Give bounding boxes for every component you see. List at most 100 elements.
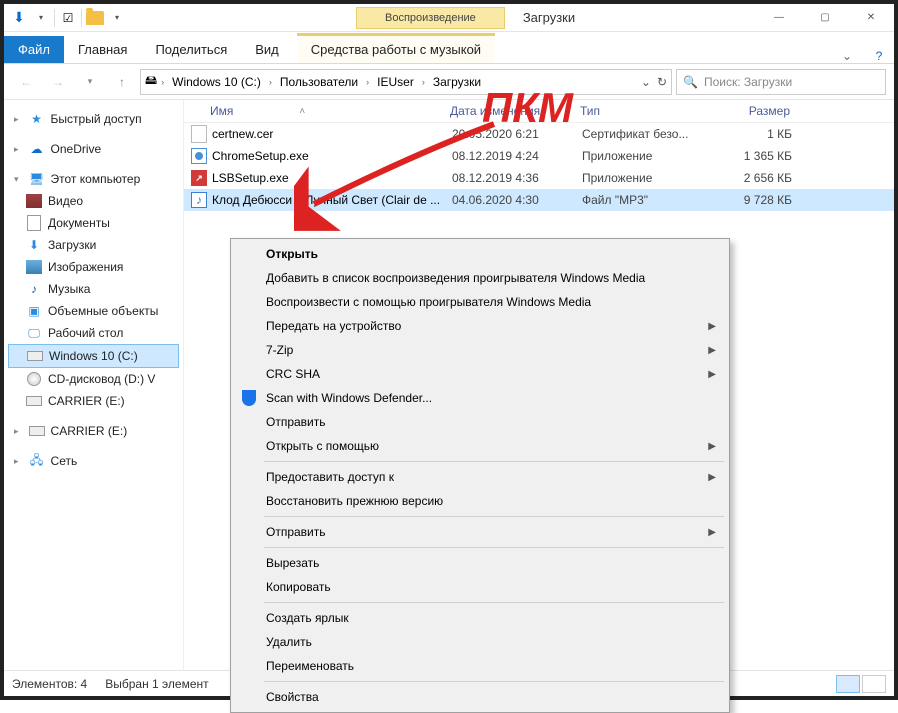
sidebar-item-3d[interactable]: ▣Объемные объекты xyxy=(8,300,179,322)
submenu-arrow-icon: ▶ xyxy=(708,369,716,380)
file-row[interactable]: ChromeSetup.exe 08.12.2019 4:24 Приложен… xyxy=(184,145,894,167)
menu-play-with-wmp[interactable]: Воспроизвести с помощью проигрывателя Wi… xyxy=(234,290,726,314)
view-icons-button[interactable] xyxy=(862,675,886,693)
chevron-right-icon[interactable]: › xyxy=(364,77,371,87)
status-selected-count: Выбран 1 элемент xyxy=(105,677,208,691)
menu-separator xyxy=(264,547,724,548)
window-title: Загрузки xyxy=(523,10,575,25)
menu-crc-sha[interactable]: CRC SHA▶ xyxy=(234,362,726,386)
exe-icon xyxy=(190,147,208,165)
certificate-icon xyxy=(190,125,208,143)
menu-rename[interactable]: Переименовать xyxy=(234,654,726,678)
submenu-arrow-icon: ▶ xyxy=(708,441,716,452)
tab-music-tools[interactable]: Средства работы с музыкой xyxy=(297,33,495,63)
back-button[interactable]: ← xyxy=(12,68,40,96)
menu-separator xyxy=(264,461,724,462)
menu-7zip[interactable]: 7-Zip▶ xyxy=(234,338,726,362)
sidebar-item-videos[interactable]: Видео xyxy=(8,190,179,212)
ribbon: Файл Главная Поделиться Вид Средства раб… xyxy=(4,32,894,64)
submenu-arrow-icon: ▶ xyxy=(708,321,716,332)
quick-access-toolbar: ⬇ ▾ ☑ ▾ xyxy=(4,9,126,27)
sidebar-item-cd-drive[interactable]: CD-дисковод (D:) V xyxy=(8,368,179,390)
menu-restore-version[interactable]: Восстановить прежнюю версию xyxy=(234,489,726,513)
refresh-icon[interactable]: ↻ xyxy=(657,75,667,89)
maximize-button[interactable]: ▢ xyxy=(802,4,848,32)
column-size[interactable]: Размер xyxy=(710,104,800,118)
breadcrumb-item[interactable]: Пользователи xyxy=(276,75,362,89)
column-date[interactable]: Дата изменения xyxy=(450,104,580,118)
context-menu: Открыть Добавить в список воспроизведени… xyxy=(230,238,730,713)
file-row-selected[interactable]: ♪ Клод Дебюсси – Лунный Свет (Clair de .… xyxy=(184,189,894,211)
ribbon-expand-icon[interactable]: ⌄ xyxy=(830,49,864,63)
tab-share[interactable]: Поделиться xyxy=(141,36,241,63)
submenu-arrow-icon: ▶ xyxy=(708,527,716,538)
sidebar-this-pc[interactable]: ▾🖥Этот компьютер xyxy=(8,168,179,190)
contextual-tab-header: Воспроизведение xyxy=(356,7,505,29)
menu-delete[interactable]: Удалить xyxy=(234,630,726,654)
pin-icon[interactable]: ⬇ xyxy=(10,9,28,27)
chevron-right-icon[interactable]: › xyxy=(267,77,274,87)
help-icon[interactable]: ? xyxy=(864,49,894,63)
sidebar-item-carrier-e[interactable]: CARRIER (E:) xyxy=(8,390,179,412)
breadcrumb-item[interactable]: Загрузки xyxy=(429,75,485,89)
menu-add-to-wmp-playlist[interactable]: Добавить в список воспроизведения проигр… xyxy=(234,266,726,290)
menu-separator xyxy=(264,602,724,603)
up-button[interactable]: ↑ xyxy=(108,68,136,96)
breadcrumb-item[interactable]: Windows 10 (C:) xyxy=(168,75,265,89)
address-dropdown-icon[interactable]: ⌄ xyxy=(641,75,651,89)
sidebar-item-downloads[interactable]: ⬇Загрузки xyxy=(8,234,179,256)
file-tab[interactable]: Файл xyxy=(4,36,64,63)
column-name[interactable]: Имя xyxy=(210,104,233,118)
mp3-icon: ♪ xyxy=(190,191,208,209)
tab-view[interactable]: Вид xyxy=(241,36,293,63)
sidebar-item-music[interactable]: ♪Музыка xyxy=(8,278,179,300)
breadcrumb-item[interactable]: IEUser xyxy=(373,75,418,89)
menu-open-with[interactable]: Открыть с помощью▶ xyxy=(234,434,726,458)
menu-separator xyxy=(264,681,724,682)
submenu-arrow-icon: ▶ xyxy=(708,345,716,356)
sidebar-item-pictures[interactable]: Изображения xyxy=(8,256,179,278)
menu-properties[interactable]: Свойства xyxy=(234,685,726,709)
sidebar-item-documents[interactable]: Документы xyxy=(8,212,179,234)
menu-cut[interactable]: Вырезать xyxy=(234,551,726,575)
forward-button[interactable]: → xyxy=(44,68,72,96)
menu-give-access[interactable]: Предоставить доступ к▶ xyxy=(234,465,726,489)
view-details-button[interactable] xyxy=(836,675,860,693)
history-dropdown[interactable]: ▾ xyxy=(76,68,104,96)
sidebar-onedrive[interactable]: ▸☁OneDrive xyxy=(8,138,179,160)
sidebar-item-drive-c[interactable]: Windows 10 (C:) xyxy=(8,344,179,368)
sidebar-item-desktop[interactable]: 🖵Рабочий стол xyxy=(8,322,179,344)
search-icon: 🔍 xyxy=(683,75,698,89)
chevron-right-icon[interactable]: › xyxy=(420,77,427,87)
file-row[interactable]: certnew.cer 20.05.2020 6:21 Сертификат б… xyxy=(184,123,894,145)
menu-cast-to-device[interactable]: Передать на устройство▶ xyxy=(234,314,726,338)
sidebar-carrier-root[interactable]: ▸CARRIER (E:) xyxy=(8,420,179,442)
minimize-button[interactable]: — xyxy=(756,4,802,32)
menu-open[interactable]: Открыть xyxy=(234,242,726,266)
address-bar-row: ← → ▾ ↑ 🖴 › Windows 10 (C:) › Пользовате… xyxy=(4,64,894,100)
column-type[interactable]: Тип xyxy=(580,104,710,118)
folder-dropdown[interactable]: ▾ xyxy=(108,9,126,27)
menu-copy[interactable]: Копировать xyxy=(234,575,726,599)
submenu-arrow-icon: ▶ xyxy=(708,472,716,483)
tab-home[interactable]: Главная xyxy=(64,36,141,63)
search-input[interactable]: 🔍 Поиск: Загрузки xyxy=(676,69,886,95)
sidebar-network[interactable]: ▸🖧Сеть xyxy=(8,450,179,472)
menu-separator xyxy=(264,516,724,517)
properties-icon[interactable]: ☑ xyxy=(59,9,77,27)
menu-send-to[interactable]: Отправить▶ xyxy=(234,520,726,544)
menu-create-shortcut[interactable]: Создать ярлык xyxy=(234,606,726,630)
column-headers[interactable]: Имя ˄ Дата изменения Тип Размер xyxy=(184,100,894,123)
address-bar[interactable]: 🖴 › Windows 10 (C:) › Пользователи › IEU… xyxy=(140,69,672,95)
menu-send[interactable]: Отправить xyxy=(234,410,726,434)
search-placeholder: Поиск: Загрузки xyxy=(704,75,792,89)
qat-dropdown[interactable]: ▾ xyxy=(32,9,50,27)
file-row[interactable]: ↗ LSBSetup.exe 08.12.2019 4:36 Приложени… xyxy=(184,167,894,189)
menu-scan-defender[interactable]: Scan with Windows Defender... xyxy=(234,386,726,410)
chevron-right-icon[interactable]: › xyxy=(159,77,166,87)
sort-indicator-icon: ˄ xyxy=(299,106,305,117)
sidebar-quick-access[interactable]: ▸★Быстрый доступ xyxy=(8,108,179,130)
separator xyxy=(54,9,55,27)
drive-icon: 🖴 xyxy=(145,71,157,92)
close-button[interactable]: ✕ xyxy=(848,4,894,32)
